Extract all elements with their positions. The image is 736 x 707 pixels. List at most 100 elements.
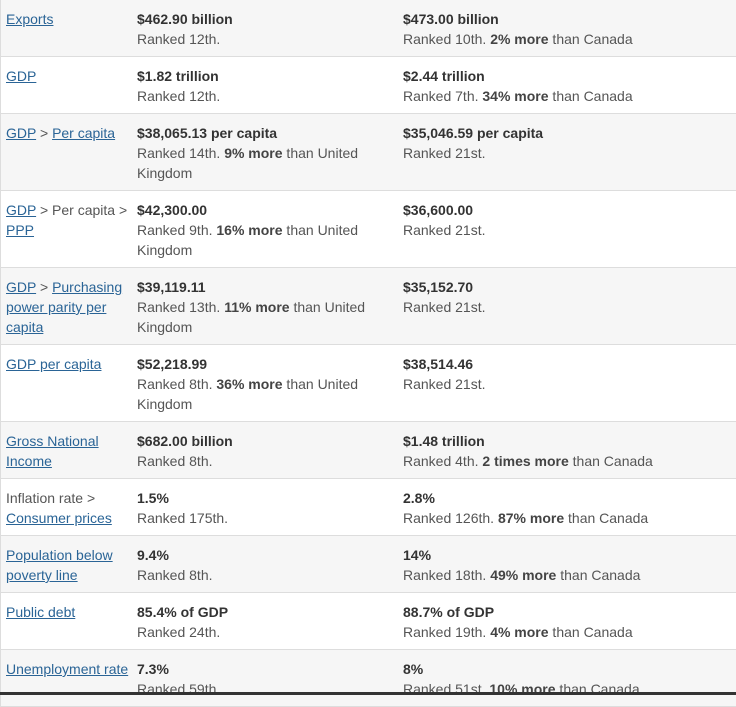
table-row: Population below poverty line 9.4% Ranked … <box>1 536 736 593</box>
comparison-amount: 87% more <box>497 510 565 526</box>
stat-value: 7.3% <box>137 661 169 677</box>
stat-rank: Ranked 18th. 49% more than Canada <box>403 567 641 583</box>
metric-link[interactable]: Public debt <box>6 604 75 620</box>
country-a-cell: $38,065.13 per capita Ranked 14th. 9% mor… <box>136 123 403 190</box>
country-a-cell: 7.3% Ranked 59th. <box>136 659 403 706</box>
table-row: GDP > Purchasing power parity per capita… <box>1 268 736 345</box>
stat-rank: Ranked 19th. 4% more than Canada <box>403 624 633 640</box>
stat-value: $1.48 trillion <box>403 433 485 449</box>
metric-label: Inflation rate > Consumer prices <box>1 488 136 535</box>
stat-value: $35,152.70 <box>403 279 474 295</box>
metric-link[interactable]: GDP <box>6 68 36 84</box>
stat-value: 8% <box>403 661 424 677</box>
table-row: Exports $462.90 billion Ranked 12th. $473.0… <box>1 0 736 57</box>
stat-value: $38,514.46 <box>403 356 474 372</box>
metric-link[interactable]: Consumer prices <box>6 510 112 526</box>
stat-rank: Ranked 21st. <box>403 145 486 161</box>
metric-link[interactable]: GDP <box>6 125 36 141</box>
country-b-cell: $2.44 trillion Ranked 7th. 34% more than … <box>403 66 736 113</box>
country-b-cell: $473.00 billion Ranked 10th. 2% more than… <box>403 9 736 56</box>
stat-value: 88.7% of GDP <box>403 604 495 620</box>
country-b-cell: $1.48 trillion Ranked 4th. 2 times more t… <box>403 431 736 478</box>
country-b-cell: 8% Ranked 51st. 10% more than Canada <box>403 659 736 706</box>
stat-rank: Ranked 24th. <box>137 624 221 640</box>
stat-value: $462.90 billion <box>137 11 233 27</box>
metric-label: Population below poverty line <box>1 545 136 592</box>
comparison-amount: 11% more <box>224 299 290 315</box>
stat-rank: Ranked 21st. <box>403 222 486 238</box>
comparison-amount: 36% more <box>216 376 283 392</box>
metric-label: Unemployment rate <box>1 659 136 706</box>
country-a-cell: $682.00 billion Ranked 8th. <box>136 431 403 478</box>
comparison-amount: 9% more <box>224 145 283 161</box>
table-row: Unemployment rate 7.3% Ranked 59th. 8% Ranke… <box>1 650 736 707</box>
country-b-cell: $38,514.46 Ranked 21st. <box>403 354 736 421</box>
country-a-cell: $1.82 trillion Ranked 12th. <box>136 66 403 113</box>
table-row: Public debt 85.4% of GDP Ranked 24th. 88.7%… <box>1 593 736 650</box>
country-b-cell: 14% Ranked 18th. 49% more than Canada <box>403 545 736 592</box>
metric-link[interactable]: Unemployment rate <box>6 661 128 677</box>
comparison-amount: 34% more <box>482 88 549 104</box>
metric-label-text: > <box>39 125 49 141</box>
metric-link[interactable]: GDP <box>6 202 36 218</box>
country-a-cell: $42,300.00 Ranked 9th. 16% more than Unit… <box>136 200 403 267</box>
country-a-cell: 9.4% Ranked 8th. <box>136 545 403 592</box>
stat-value: $682.00 billion <box>137 433 233 449</box>
stat-rank: Ranked 175th. <box>137 510 229 526</box>
comparison-amount: 16% more <box>216 222 283 238</box>
stat-value: 9.4% <box>137 547 169 563</box>
metric-label: GDP per capita <box>1 354 136 421</box>
metric-label: Exports <box>1 9 136 56</box>
stat-rank: Ranked 21st. <box>403 299 486 315</box>
table-row: GDP per capita $52,218.99 Ranked 8th. 36% … <box>1 345 736 422</box>
metric-link[interactable]: GDP per capita <box>6 356 101 372</box>
comparison-amount: 49% more <box>490 567 557 583</box>
metric-label: GDP > Per capita <box>1 123 136 190</box>
metric-label: GDP <box>1 66 136 113</box>
metric-label: Public debt <box>1 602 136 649</box>
country-b-cell: 88.7% of GDP Ranked 19th. 4% more than Ca… <box>403 602 736 649</box>
stat-value: $35,046.59 per capita <box>403 125 544 141</box>
stat-rank: Ranked 8th. 36% more than United Kingdom <box>137 376 359 412</box>
country-b-cell: $35,046.59 per capita Ranked 21st. <box>403 123 736 190</box>
stat-rank: Ranked 51st. 10% more than Canada <box>403 681 640 697</box>
metric-link[interactable]: Population below poverty line <box>6 547 113 583</box>
country-b-cell: 2.8% Ranked 126th. 87% more than Canada <box>403 488 736 535</box>
stat-value: $473.00 billion <box>403 11 499 27</box>
stat-value: $1.82 trillion <box>137 68 219 84</box>
stat-value: $38,065.13 per capita <box>137 125 278 141</box>
stat-value: $39,119.11 <box>137 279 206 295</box>
stat-value: 1.5% <box>137 490 169 506</box>
stat-value: $36,600.00 <box>403 202 474 218</box>
stat-rank: Ranked 10th. 2% more than Canada <box>403 31 633 47</box>
stat-rank: Ranked 12th. <box>137 88 221 104</box>
metric-link[interactable]: Per capita <box>52 125 115 141</box>
country-a-cell: $462.90 billion Ranked 12th. <box>136 9 403 56</box>
stat-value: 85.4% of GDP <box>137 604 229 620</box>
stat-rank: Ranked 126th. 87% more than Canada <box>403 510 649 526</box>
stat-rank: Ranked 9th. 16% more than United Kingdom <box>137 222 359 258</box>
metric-link[interactable]: PPP <box>6 222 34 238</box>
stat-rank: Ranked 8th. <box>137 567 213 583</box>
country-a-cell: 85.4% of GDP Ranked 24th. <box>136 602 403 649</box>
metric-link[interactable]: Exports <box>6 11 53 27</box>
table-row: GDP > Per capita > PPP $42,300.00 Ranked 9… <box>1 191 736 268</box>
metric-label-text: Inflation rate > <box>6 490 96 506</box>
stat-value: 2.8% <box>403 490 435 506</box>
stat-value: $52,218.99 <box>137 356 208 372</box>
country-b-cell: $36,600.00 Ranked 21st. <box>403 200 736 267</box>
stat-rank: Ranked 13th. 11% more than United Kingdo… <box>137 299 366 335</box>
metric-link[interactable]: Gross National Income <box>6 433 99 469</box>
table-row: GDP $1.82 trillion Ranked 12th. $2.44 trill… <box>1 57 736 114</box>
stat-rank: Ranked 8th. <box>137 453 213 469</box>
metric-label: GDP > Purchasing power parity per capita <box>1 277 136 344</box>
metric-link[interactable]: GDP <box>6 279 36 295</box>
metric-label-text: > Per capita > <box>39 202 128 218</box>
table-row: Inflation rate > Consumer prices 1.5% Rank… <box>1 479 736 536</box>
country-a-cell: 1.5% Ranked 175th. <box>136 488 403 535</box>
stat-rank: Ranked 12th. <box>137 31 221 47</box>
stat-value: $2.44 trillion <box>403 68 485 84</box>
stat-rank: Ranked 59th. <box>137 681 221 697</box>
comparison-amount: 2% more <box>490 31 549 47</box>
comparison-table: Exports $462.90 billion Ranked 12th. $473.0… <box>0 0 736 707</box>
